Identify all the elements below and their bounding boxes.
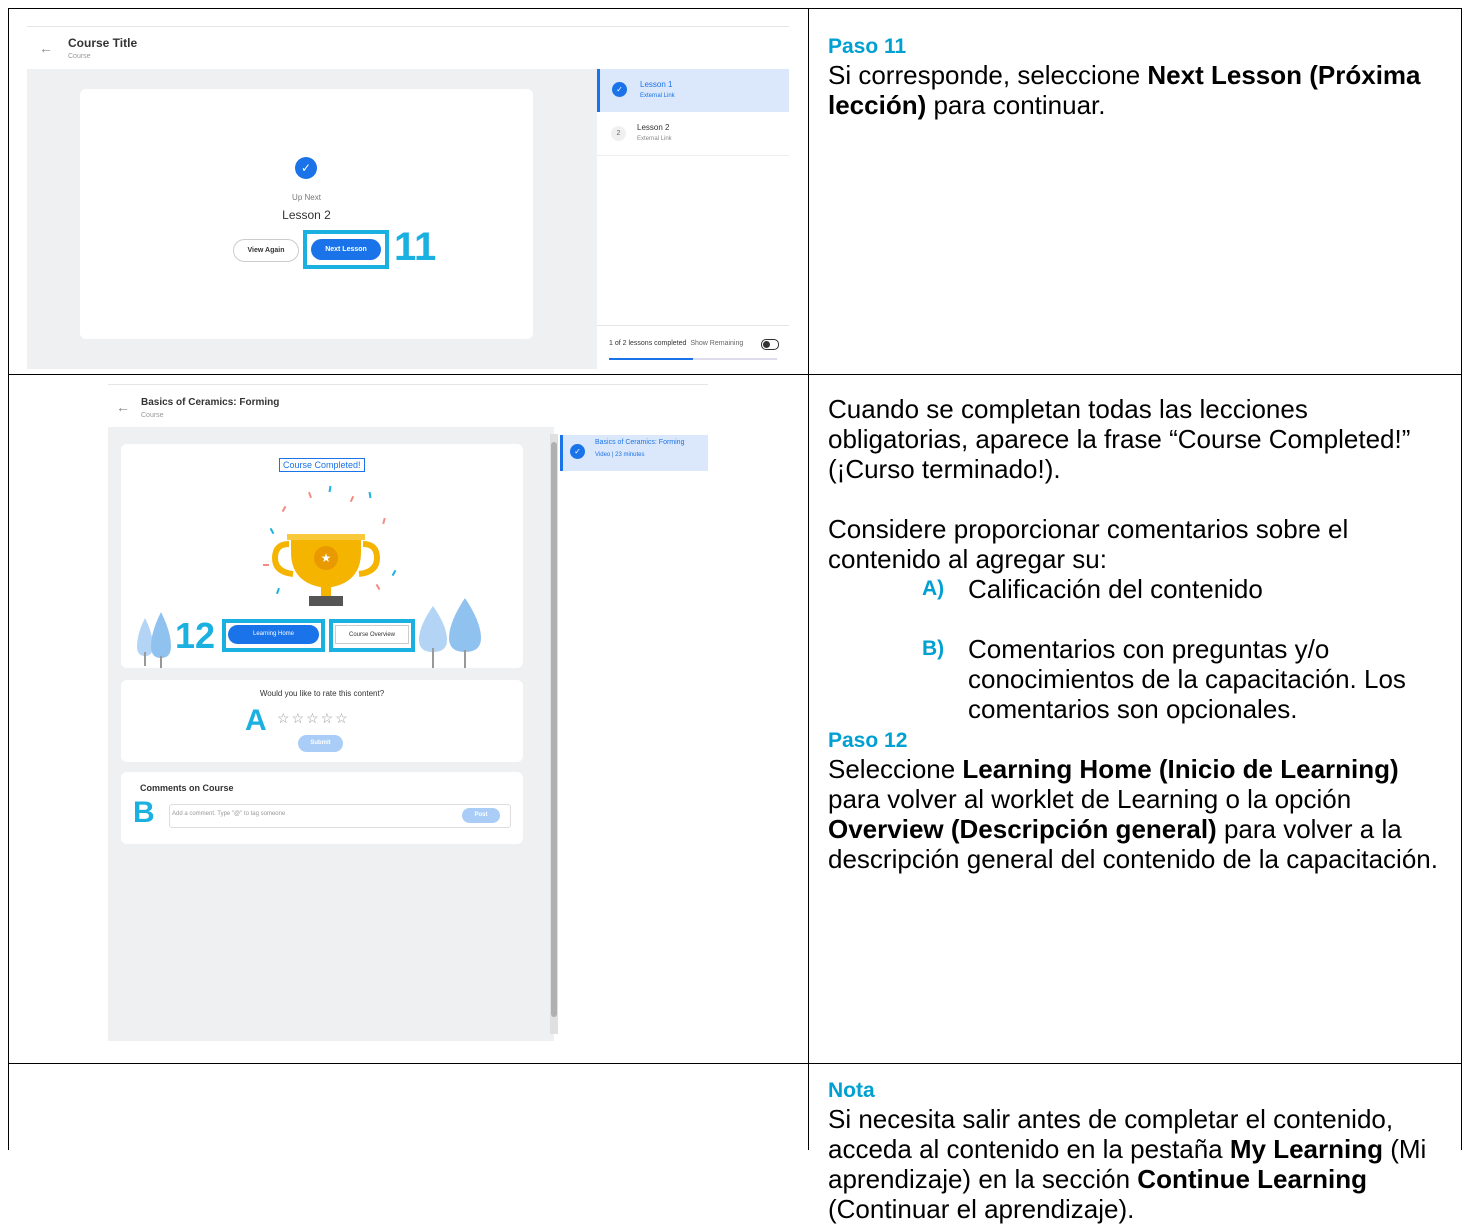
- course-header: ← Basics of Ceramics: Forming Course: [108, 385, 708, 427]
- show-remaining-toggle[interactable]: [761, 339, 779, 350]
- lesson-name: Lesson 1: [640, 80, 673, 89]
- progress-bar: [609, 358, 777, 360]
- step-title: Paso 12: [828, 729, 908, 752]
- check-circle-icon: ✓: [295, 157, 317, 179]
- note-text: Nota Si necesita salir antes de completa…: [828, 1078, 1448, 1224]
- list-item-b: B) Comentarios con preguntas y/o conocim…: [828, 634, 1448, 724]
- lesson-number: 2: [611, 126, 626, 141]
- table-border-top: [8, 8, 1462, 9]
- course-completed-label: Course Completed!: [279, 458, 365, 472]
- show-remaining-label: Show Remaining: [690, 340, 744, 347]
- lesson-sidebar: ✓ Lesson 1 External Link 2 Lesson 2 Exte…: [597, 69, 789, 369]
- comments-heading: Comments on Course: [140, 783, 234, 793]
- course-overview-button[interactable]: Course Overview: [335, 625, 409, 644]
- back-arrow-icon[interactable]: ←: [116, 399, 130, 415]
- back-arrow-icon[interactable]: ←: [39, 40, 53, 56]
- progress-count: 1 of 2 lessons completed: [609, 340, 687, 347]
- note-text-plain: (Continuar el aprendizaje).: [828, 1194, 1135, 1224]
- callout-number: 11: [394, 225, 437, 269]
- lesson-item[interactable]: ✓ Lesson 1 External Link: [597, 69, 789, 112]
- check-circle-icon: ✓: [570, 444, 585, 459]
- list-label-a: A): [922, 577, 945, 600]
- course-title: Course Title: [68, 36, 138, 50]
- table-border-right: [1461, 8, 1462, 1150]
- table-row-divider-1: [8, 374, 1462, 375]
- comments-card: Comments on Course B Add a comment. Type…: [121, 772, 523, 844]
- star-rating-input[interactable]: ☆☆☆☆☆: [277, 710, 350, 727]
- note-text-bold: My Learning: [1229, 1134, 1383, 1164]
- completion-paragraph: Cuando se completan todas las lecciones …: [828, 394, 1411, 484]
- content-area: ✓ Up Next Lesson 2 View Again Next Lesso…: [27, 69, 597, 369]
- callout-letter-b: B: [133, 796, 155, 829]
- lesson-item[interactable]: 2 Lesson 2 External Link: [597, 112, 789, 156]
- instruction-bold: Learning Home (Inicio de Learning): [962, 754, 1399, 784]
- step-title: Paso 11: [828, 35, 907, 58]
- table-row-divider-2: [8, 1063, 1462, 1064]
- comment-placeholder: Add a comment. Type "@" to tag someone: [172, 811, 286, 817]
- callout-number: 12: [175, 615, 216, 656]
- post-button[interactable]: Post: [462, 808, 500, 823]
- callout-highlight-box: [303, 230, 389, 269]
- instruction-text: Si corresponde, seleccione: [828, 60, 1148, 90]
- list-text-a: Calificación del contenido: [968, 574, 1263, 604]
- learning-home-button[interactable]: Learning Home: [228, 625, 319, 644]
- note-title: Nota: [828, 1079, 875, 1102]
- lesson-type: Video | 23 minutes: [595, 452, 645, 458]
- list-item-a: A) Calificación del contenido: [828, 574, 1448, 604]
- feedback-paragraph: Considere proporcionar comentarios sobre…: [828, 514, 1349, 574]
- course-completed-text: Cuando se completan todas las lecciones …: [828, 394, 1448, 874]
- callout-letter-a: A: [245, 704, 267, 737]
- lesson-type: External Link: [637, 136, 672, 142]
- course-header: ← Course Title Course: [27, 27, 789, 69]
- lesson-name: Basics of Ceramics: Forming: [595, 439, 685, 446]
- step-11-text: Paso 11 Si corresponde, seleccione Next …: [828, 34, 1438, 120]
- step-12-instruction: Seleccione Learning Home (Inicio de Lear…: [828, 754, 1448, 874]
- lesson-player-screenshot: ← Course Title Course ✓ Up Next Lesson 2…: [27, 26, 789, 369]
- completion-card: Course Completed! ★ 12 Learning Home Cou…: [121, 444, 523, 668]
- check-circle-icon: ✓: [612, 82, 627, 97]
- rating-card: Would you like to rate this content? A ☆…: [121, 680, 523, 762]
- course-type: Course: [68, 53, 91, 60]
- progress-bar-fill: [609, 358, 693, 360]
- note-text-bold: Continue Learning: [1137, 1164, 1367, 1194]
- instruction-bold: Overview (Descripción general): [828, 814, 1217, 844]
- svg-text:★: ★: [321, 551, 332, 565]
- lesson-type: External Link: [640, 93, 675, 99]
- instruction-text: Seleccione: [828, 754, 963, 784]
- trophy-illustration: ★: [263, 485, 397, 606]
- next-lesson-name: Lesson 2: [282, 208, 331, 222]
- scrollbar-thumb[interactable]: [551, 442, 557, 1017]
- progress-summary: 1 of 2 lessons completed Show Remaining: [609, 340, 743, 347]
- view-again-button[interactable]: View Again: [233, 239, 299, 262]
- tree-illustration: [137, 612, 171, 668]
- instruction-text: para continuar.: [926, 90, 1106, 120]
- list-label-b: B): [922, 637, 945, 660]
- instruction-table: ← Course Title Course ✓ Up Next Lesson 2…: [0, 0, 1463, 1224]
- course-type: Course: [141, 412, 164, 419]
- table-border-left: [8, 8, 9, 1150]
- instruction-text: para volver al worklet de Learning o la …: [828, 784, 1352, 814]
- content-area: Course Completed! ★ 12 Learning Home Cou…: [108, 427, 554, 1041]
- tree-illustration: [419, 598, 481, 668]
- trophy-icon: ★: [271, 534, 381, 606]
- up-next-card: ✓ Up Next Lesson 2 View Again Next Lesso…: [80, 89, 533, 339]
- submit-button[interactable]: Submit: [298, 735, 343, 752]
- list-text-b: Comentarios con preguntas y/o conocimien…: [968, 634, 1406, 724]
- progress-footer: 1 of 2 lessons completed Show Remaining: [597, 325, 789, 369]
- course-completed-screenshot: ← Basics of Ceramics: Forming Course Cou…: [108, 384, 708, 1045]
- comment-input[interactable]: Add a comment. Type "@" to tag someone P…: [169, 804, 511, 828]
- lesson-item[interactable]: ✓ Basics of Ceramics: Forming Video | 23…: [560, 435, 708, 471]
- scrollbar[interactable]: [550, 434, 558, 1034]
- up-next-label: Up Next: [292, 193, 321, 202]
- table-column-divider: [808, 8, 809, 1150]
- rating-question: Would you like to rate this content?: [259, 689, 385, 698]
- course-title: Basics of Ceramics: Forming: [141, 397, 280, 408]
- lesson-name: Lesson 2: [637, 123, 670, 132]
